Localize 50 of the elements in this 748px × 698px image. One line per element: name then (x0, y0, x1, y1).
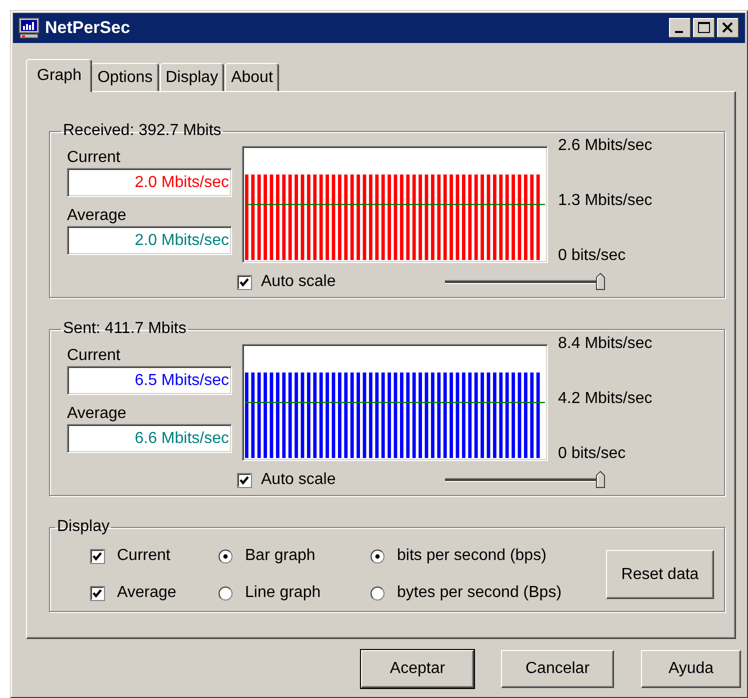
checkbox-label[interactable]: Auto scale (261, 273, 336, 291)
scale-slider[interactable] (444, 273, 605, 291)
average-rate-field[interactable]: 6.6 Mbits/sec (67, 424, 232, 453)
dialog-button[interactable]: Aceptar (361, 650, 474, 688)
tab[interactable]: About (225, 63, 279, 91)
current-rate-field[interactable]: 6.5 Mbits/sec (67, 366, 232, 395)
scale-slider[interactable] (444, 471, 605, 489)
group-title: Received: 392.7 Mbits (62, 122, 222, 140)
radio-button[interactable] (218, 548, 233, 564)
checkbox[interactable] (90, 586, 105, 600)
tab[interactable]: Graph (26, 59, 92, 92)
radio-label[interactable]: bytes per second (Bps) (397, 581, 562, 605)
radio-label[interactable]: bits per second (bps) (397, 544, 546, 568)
radio-label[interactable]: Line graph (245, 581, 321, 605)
checkbox[interactable] (237, 274, 252, 290)
average-rate-field[interactable]: 2.0 Mbits/sec (67, 226, 232, 255)
close-icon[interactable] (717, 18, 739, 38)
radio-button[interactable] (218, 586, 233, 600)
axis-label: 8.4 Mbits/sec (558, 334, 654, 354)
tab[interactable]: Options (91, 63, 159, 91)
tab[interactable]: Display (160, 63, 224, 91)
current-rate-field[interactable]: 2.0 Mbits/sec (67, 168, 232, 197)
radio-button[interactable] (370, 586, 385, 600)
checkbox[interactable] (237, 472, 252, 488)
window-title: NetPerSec (45, 18, 130, 38)
monitor-icon (18, 17, 40, 39)
axis-label: 0 bits/sec (558, 444, 627, 464)
slider-thumb[interactable] (596, 471, 605, 488)
dialog-button[interactable]: Cancelar (501, 650, 614, 688)
axis-label: 0 bits/sec (558, 246, 627, 266)
minimize-icon[interactable] (669, 18, 691, 38)
checkbox[interactable] (90, 548, 105, 564)
reset-button[interactable]: Reset data (606, 550, 714, 599)
dialog-button[interactable]: Ayuda (641, 650, 741, 688)
axis-label: 2.6 Mbits/sec (558, 136, 654, 156)
checkbox-label[interactable]: Average (117, 581, 176, 605)
group-title: Sent: 411.7 Mbits (62, 320, 188, 338)
radio-label[interactable]: Bar graph (245, 544, 316, 568)
axis-label: 4.2 Mbits/sec (558, 389, 654, 409)
slider-thumb[interactable] (596, 273, 605, 290)
checkbox-label[interactable]: Auto scale (261, 471, 336, 489)
field-label: Current (67, 148, 122, 168)
maximize-icon[interactable] (693, 18, 715, 38)
radio-button[interactable] (370, 548, 385, 564)
field-label: Average (67, 206, 128, 226)
axis-label: 1.3 Mbits/sec (558, 191, 654, 211)
field-label: Average (67, 404, 128, 424)
checkbox-label[interactable]: Current (117, 544, 170, 568)
group-title: Display (56, 518, 110, 536)
field-label: Current (67, 346, 122, 366)
